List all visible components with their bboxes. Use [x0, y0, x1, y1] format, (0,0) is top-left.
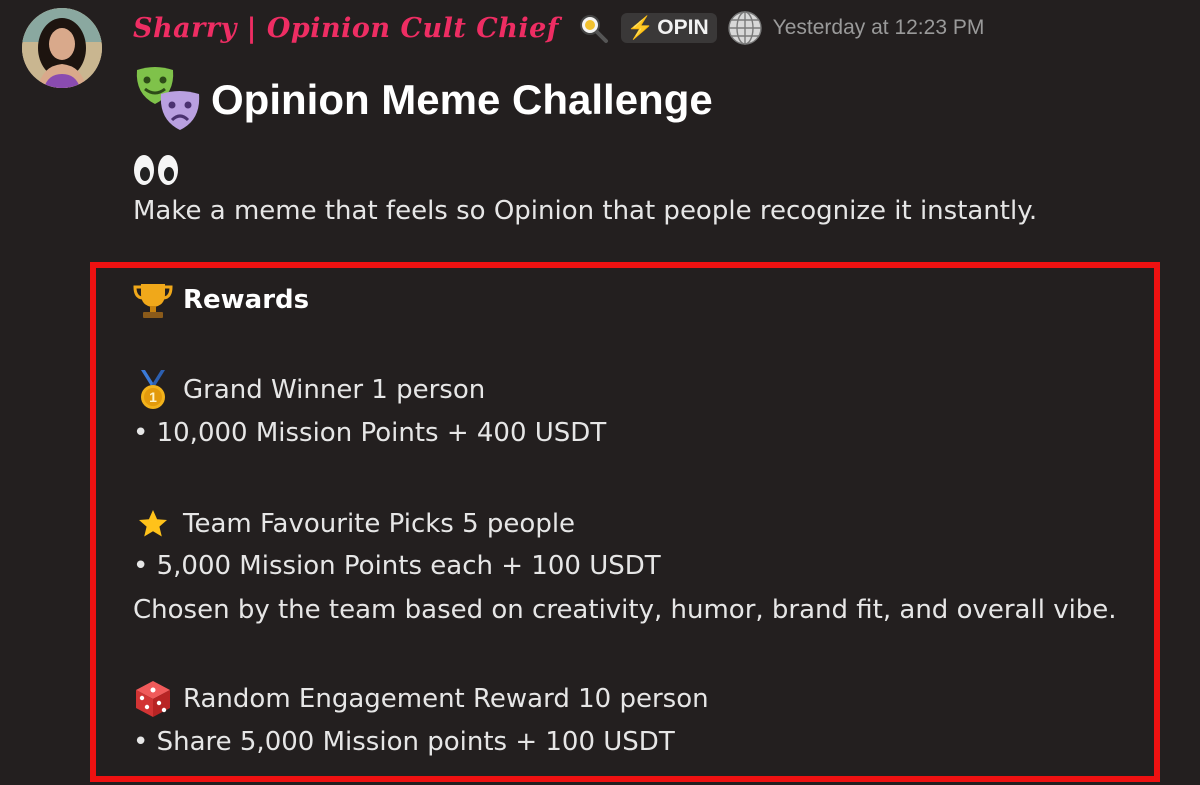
lightning-icon: ⚡: [626, 15, 655, 40]
globe-badge-icon: [727, 10, 763, 46]
message-intro: Make a meme that feels so Opinion that p…: [133, 196, 1038, 226]
magnifier-badge-icon: [575, 10, 611, 46]
dice-icon: [133, 679, 173, 719]
reward-detail: • Share 5,000 Mission points + 100 USDT: [133, 727, 675, 757]
message-title: Opinion Meme Challenge: [211, 76, 713, 123]
reward-heading-text: Random Engagement Reward 10 person: [183, 684, 709, 714]
server-tag-label: OPIN: [657, 16, 709, 39]
reward-detail: • 10,000 Mission Points + 400 USDT: [133, 418, 607, 448]
first-place-medal-icon: 1: [133, 370, 173, 410]
server-tag[interactable]: ⚡ OPIN: [620, 13, 717, 43]
eyes-icon: [133, 152, 179, 188]
rewards-heading-line: Rewards: [133, 280, 309, 320]
username[interactable]: Sharry | Opinion Cult Chief: [133, 13, 559, 44]
reward-heading: Team Favourite Picks 5 people: [133, 504, 575, 544]
star-icon: [133, 504, 173, 544]
reward-detail: Chosen by the team based on creativity, …: [133, 595, 1117, 625]
reward-detail: • 5,000 Mission Points each + 100 USDT: [133, 551, 661, 581]
reward-heading-text: Team Favourite Picks 5 people: [183, 509, 576, 539]
avatar[interactable]: [22, 8, 102, 88]
reward-heading: Random Engagement Reward 10 person: [133, 679, 709, 719]
rewards-heading: Rewards: [183, 285, 310, 315]
reward-heading: 1 Grand Winner 1 person: [133, 370, 485, 410]
message-header: Sharry | Opinion Cult Chief ⚡ OPIN Yeste…: [133, 8, 984, 48]
svg-text:1: 1: [149, 389, 157, 405]
trophy-icon: [133, 280, 173, 320]
timestamp: Yesterday at 12:23 PM: [772, 16, 985, 39]
message-title-row: Opinion Meme Challenge: [133, 64, 713, 136]
chat-message: Sharry | Opinion Cult Chief ⚡ OPIN Yeste…: [0, 0, 1200, 785]
reward-heading-text: Grand Winner 1 person: [183, 375, 486, 405]
performing-arts-masks-icon: [133, 64, 203, 136]
